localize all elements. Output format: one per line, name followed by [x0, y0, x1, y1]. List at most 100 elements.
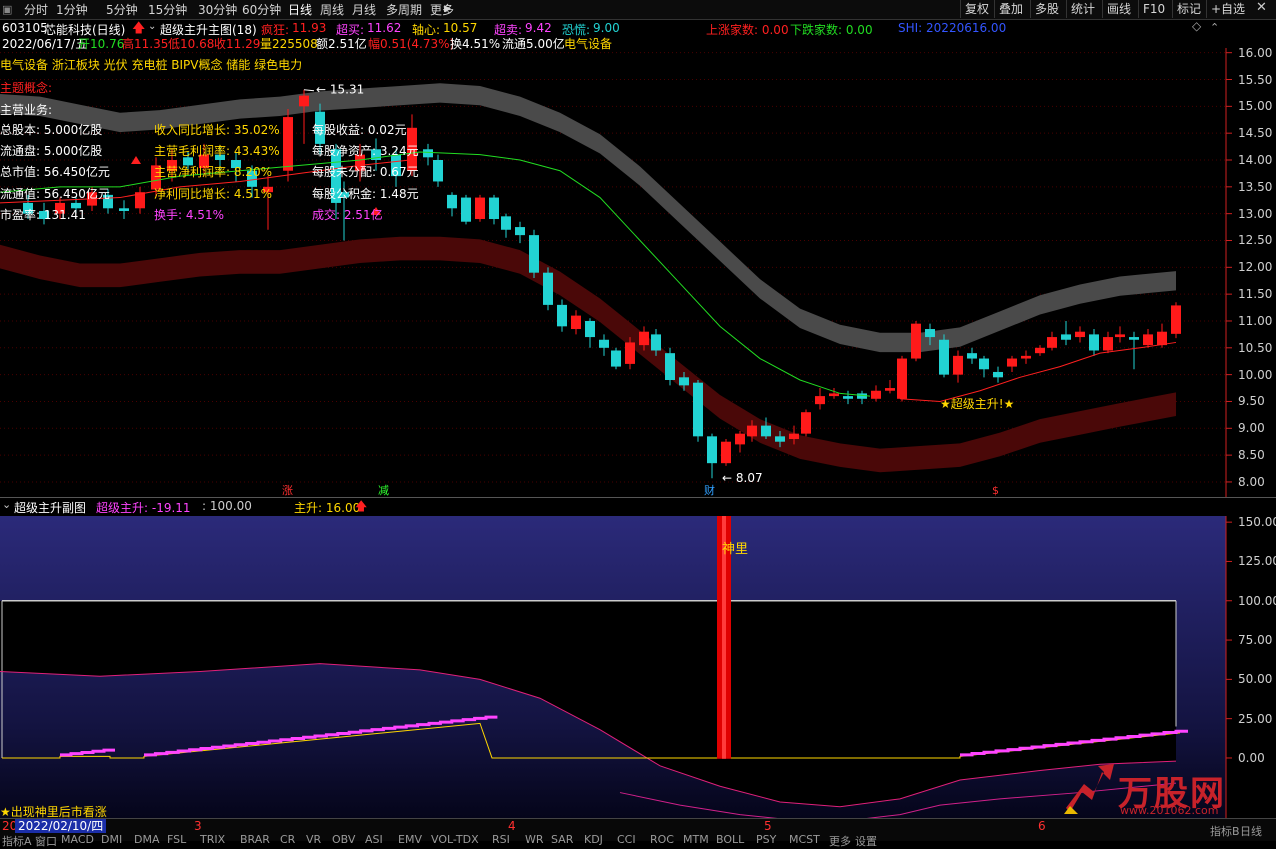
- candle-body[interactable]: [283, 117, 293, 171]
- info-left-line-2: 流通盘: 5.000亿股: [0, 144, 103, 158]
- main-kline-chart[interactable]: ← 15.31 ← 8.07 ★超级主升!★ 涨 减 财 $: [0, 48, 1276, 498]
- candle-body[interactable]: [639, 331, 649, 346]
- indicator-tab-1[interactable]: 窗口: [35, 833, 57, 849]
- candle-body[interactable]: [911, 323, 921, 359]
- period-tab-1[interactable]: 1分钟: [56, 1, 88, 18]
- indicator-tab-0[interactable]: 指标A: [2, 833, 32, 849]
- indicator-tab-25[interactable]: 设置: [855, 833, 877, 849]
- candle-body[interactable]: [299, 95, 309, 107]
- candle-body[interactable]: [1035, 347, 1045, 354]
- x-month-tick: 3: [194, 819, 202, 833]
- candle-body[interactable]: [475, 197, 485, 220]
- candle-body[interactable]: [433, 160, 443, 182]
- candle-body[interactable]: [679, 377, 689, 386]
- collapse-icon[interactable]: ⌃: [1210, 21, 1219, 34]
- candle-body[interactable]: [461, 197, 471, 222]
- indicator-tab-24[interactable]: 更多: [829, 833, 851, 849]
- candle-body[interactable]: [119, 208, 129, 211]
- event-marker-0[interactable]: 涨: [282, 484, 293, 497]
- sub-indicator-name[interactable]: 超级主升副图: [14, 499, 86, 516]
- candle-body[interactable]: [665, 353, 675, 380]
- more-dropdown-icon[interactable]: ▶: [444, 4, 451, 14]
- candle-body[interactable]: [761, 425, 771, 437]
- candle-body[interactable]: [651, 334, 661, 351]
- toolbar-right-button-4[interactable]: 画线: [1102, 0, 1135, 18]
- candle-body[interactable]: [843, 396, 853, 399]
- toolbar-right-button-2[interactable]: 多股: [1030, 0, 1063, 18]
- candle-body[interactable]: [1129, 337, 1139, 340]
- bottom-right-tag[interactable]: 日线: [1240, 823, 1262, 839]
- event-marker-2[interactable]: 财: [704, 483, 715, 497]
- candle-body[interactable]: [1103, 337, 1113, 351]
- period-tab-9[interactable]: 多周期: [386, 1, 422, 18]
- candle-body[interactable]: [953, 355, 963, 375]
- candle-body[interactable]: [939, 339, 949, 375]
- toolbar-grip-icon[interactable]: ▣: [2, 3, 12, 16]
- candle-body[interactable]: [625, 342, 635, 364]
- period-tab-2[interactable]: 5分钟: [106, 1, 138, 18]
- candle-body[interactable]: [885, 388, 895, 391]
- candle-body[interactable]: [599, 339, 609, 348]
- candle-body[interactable]: [423, 149, 433, 158]
- candle-body[interactable]: [1171, 305, 1181, 334]
- candle-body[interactable]: [1143, 334, 1153, 346]
- candle-body[interactable]: [529, 235, 539, 273]
- candle-body[interactable]: [515, 227, 525, 236]
- candle-body[interactable]: [1021, 355, 1031, 359]
- candle-body[interactable]: [789, 433, 799, 440]
- candle-body[interactable]: [815, 396, 825, 405]
- sub-axis-label: 25.00: [1238, 711, 1273, 726]
- candle-body[interactable]: [829, 393, 839, 397]
- period-tab-8[interactable]: 月线: [352, 1, 376, 18]
- bottom-right-tab-a[interactable]: 指标B: [1210, 823, 1240, 839]
- period-tab-0[interactable]: 分时: [24, 1, 48, 18]
- candle-body[interactable]: [611, 350, 621, 367]
- candle-body[interactable]: [747, 425, 757, 437]
- candle-body[interactable]: [925, 329, 935, 338]
- toolbar-right-button-6[interactable]: 标记: [1172, 0, 1205, 18]
- candle-body[interactable]: [447, 194, 457, 209]
- candle-body[interactable]: [1089, 334, 1099, 351]
- candle-body[interactable]: [979, 358, 989, 370]
- diamond-icon[interactable]: ◇: [1192, 19, 1201, 33]
- candle-body[interactable]: [1115, 334, 1125, 338]
- candle-body[interactable]: [571, 315, 581, 330]
- period-tab-5[interactable]: 60分钟: [242, 1, 281, 18]
- candle-body[interactable]: [489, 197, 499, 220]
- candle-body[interactable]: [585, 320, 595, 338]
- price-axis-label: 16.00: [1238, 45, 1273, 60]
- period-tab-3[interactable]: 15分钟: [148, 1, 187, 18]
- period-tab-6[interactable]: 日线: [288, 1, 312, 18]
- candle-body[interactable]: [1075, 331, 1085, 338]
- candle-body[interactable]: [801, 412, 811, 434]
- candle-body[interactable]: [707, 436, 717, 464]
- candle-body[interactable]: [1061, 334, 1071, 340]
- candle-body[interactable]: [967, 353, 977, 359]
- candle-body[interactable]: [1157, 331, 1167, 346]
- toolbar-right-button-3[interactable]: 统计: [1066, 0, 1099, 18]
- close-icon[interactable]: ✕: [1256, 0, 1267, 15]
- period-tab-4[interactable]: 30分钟: [198, 1, 237, 18]
- candle-body[interactable]: [871, 390, 881, 399]
- candle-body[interactable]: [735, 433, 745, 445]
- candle-body[interactable]: [1047, 337, 1057, 348]
- sub-indicator-dropdown-icon[interactable]: ⌄: [2, 498, 11, 511]
- candle-body[interactable]: [993, 371, 1003, 378]
- toolbar-right-button-5[interactable]: F10: [1138, 0, 1169, 18]
- candle-body[interactable]: [721, 441, 731, 464]
- candle-body[interactable]: [693, 382, 703, 437]
- event-marker-1[interactable]: 减: [378, 484, 389, 497]
- candle-body[interactable]: [775, 436, 785, 442]
- candle-body[interactable]: [557, 304, 567, 327]
- toolbar-right-button-7[interactable]: +自选: [1206, 0, 1249, 18]
- candle-body[interactable]: [501, 216, 511, 230]
- event-marker-3[interactable]: $: [992, 484, 999, 497]
- indicator-dropdown-icon[interactable]: ⌄: [148, 21, 156, 32]
- low-price-marker: ← 8.07: [722, 471, 763, 485]
- candle-body[interactable]: [1007, 358, 1017, 367]
- candle-body[interactable]: [897, 358, 907, 399]
- toolbar-right-button-0[interactable]: 复权: [960, 0, 993, 18]
- candle-body[interactable]: [543, 272, 553, 305]
- period-tab-7[interactable]: 周线: [320, 1, 344, 18]
- toolbar-right-button-1[interactable]: 叠加: [994, 0, 1027, 18]
